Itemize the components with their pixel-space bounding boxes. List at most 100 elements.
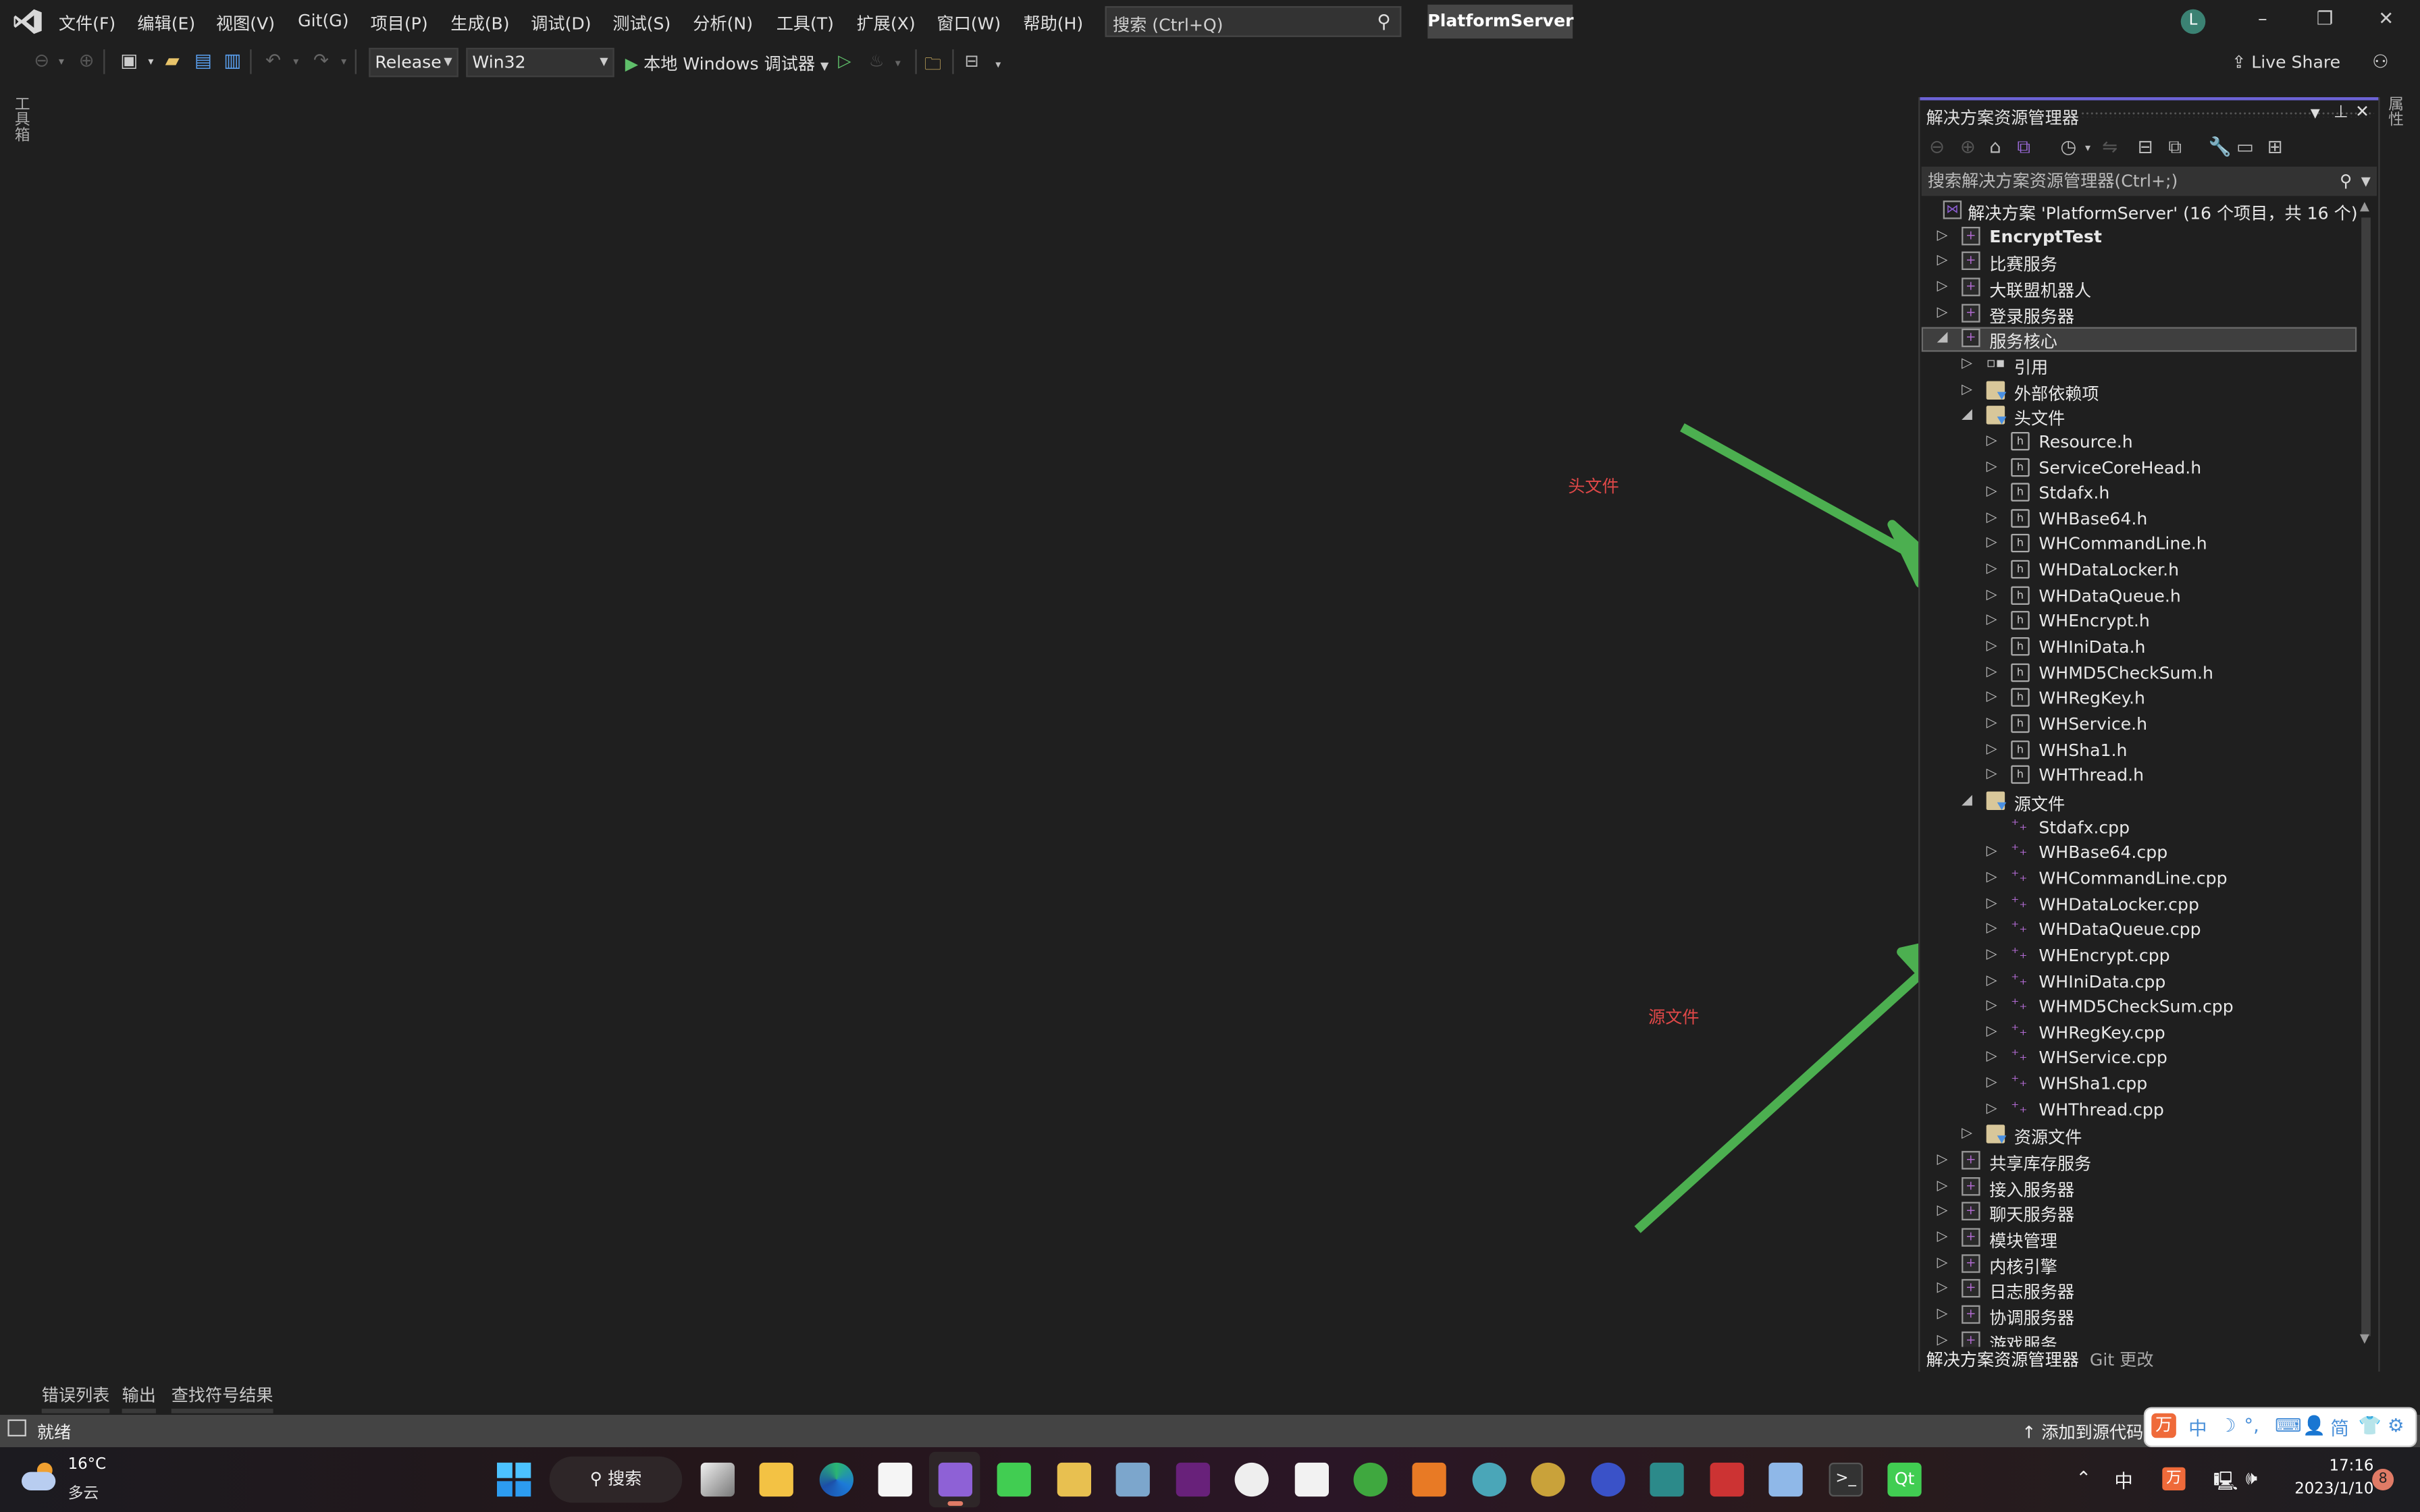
tree-item[interactable]: ▷ ⁺₊ WHSha1.cpp [1922, 1073, 2357, 1098]
tab-find-symbol-results[interactable]: 查找符号结果 [171, 1382, 273, 1413]
collapsed-arrow-icon[interactable]: ▷ [1987, 742, 1997, 757]
back-icon[interactable]: ⊖ [34, 49, 49, 71]
tree-item[interactable]: ▷ h WHRegKey.h [1922, 687, 2357, 712]
scroll-up-icon[interactable]: ▲ [2360, 199, 2369, 213]
edge-icon[interactable] [819, 1462, 853, 1497]
tree-item[interactable]: ▷ h WHIniData.h [1922, 636, 2357, 661]
expanded-arrow-icon[interactable]: ◢ [1962, 793, 1972, 809]
webcam-icon[interactable] [1591, 1462, 1625, 1497]
tree-item[interactable]: ▷ + 游戏服务 [1922, 1329, 2357, 1347]
collapsed-arrow-icon[interactable]: ▷ [1987, 921, 1997, 937]
menu-test[interactable]: 测试(S) [612, 11, 670, 36]
tree-item[interactable]: ▷ ⁺₊ WHMD5CheckSum.cpp [1922, 996, 2357, 1021]
collapsed-arrow-icon[interactable]: ▷ [1987, 844, 1997, 860]
collapsed-arrow-icon[interactable]: ▷ [1987, 562, 1997, 577]
panel-drag-handle[interactable] [2080, 111, 2374, 117]
switch-views-icon[interactable]: ⧉ [2017, 136, 2030, 159]
tree-item[interactable]: ▷ ⁺₊ WHCommandLine.cpp [1922, 867, 2357, 892]
forward-icon[interactable]: ⊕ [79, 49, 95, 71]
redo-icon[interactable]: ↷ [313, 49, 329, 71]
collapsed-arrow-icon[interactable]: ▷ [1962, 382, 1972, 398]
visual-studio-icon[interactable] [1176, 1462, 1210, 1497]
collapsed-arrow-icon[interactable]: ▷ [1937, 1230, 1948, 1245]
collapsed-arrow-icon[interactable]: ▷ [1987, 716, 1997, 732]
tree-item[interactable]: ▷ ⁺₊ WHDataLocker.cpp [1922, 892, 2357, 917]
tree-item[interactable]: ▷ ⁺₊ WHThread.cpp [1922, 1098, 2357, 1123]
upload-server-icon[interactable] [1650, 1462, 1684, 1497]
show-all-files-icon[interactable]: ⧉ [2168, 136, 2182, 159]
platform-dropdown[interactable]: Win32 ▼ [466, 47, 614, 78]
tray-ime-indicator[interactable]: 中 [2114, 1467, 2132, 1494]
sync-active-document-icon[interactable]: ⇋ [2102, 136, 2118, 157]
tree-item[interactable]: ▷ h ServiceCoreHead.h [1922, 456, 2357, 481]
menu-debug[interactable]: 调试(D) [531, 11, 591, 36]
sync-tool-icon[interactable] [1353, 1462, 1388, 1497]
tree-item[interactable]: ▷ h WHDataLocker.h [1922, 559, 2357, 584]
redo-dropdown-icon[interactable]: ▾ [341, 55, 346, 68]
collapse-all-icon[interactable]: ⊟ [2138, 136, 2153, 157]
collapsed-arrow-icon[interactable]: ▷ [1987, 485, 1997, 500]
toolbox-tab[interactable]: 工具箱 [9, 96, 31, 142]
tree-item[interactable]: ◢ 头文件 [1922, 404, 2357, 429]
collapsed-arrow-icon[interactable]: ▷ [1987, 510, 1997, 526]
chat-app-icon[interactable] [1472, 1462, 1506, 1497]
menu-tools[interactable]: 工具(T) [777, 11, 834, 36]
expanded-arrow-icon[interactable]: ◢ [1937, 331, 1948, 346]
tree-item[interactable]: ▷ 资源文件 [1922, 1124, 2357, 1148]
start-without-debugging-icon[interactable]: ▷ [838, 51, 851, 71]
keyboard-icon[interactable]: ⌨ [2275, 1415, 2302, 1436]
store-icon[interactable] [878, 1462, 912, 1497]
tree-item[interactable]: ▷ ⁺₊ WHBase64.cpp [1922, 841, 2357, 866]
menu-edit[interactable]: 编辑(E) [137, 11, 195, 36]
tab-solution-explorer[interactable]: 解决方案资源管理器 [1926, 1347, 2079, 1372]
volume-icon[interactable]: 🕪 [2246, 1467, 2257, 1490]
clock-date[interactable]: 2023/1/10 [2294, 1481, 2373, 1498]
collapsed-arrow-icon[interactable]: ▷ [1987, 1075, 1997, 1091]
scrollbar-thumb[interactable] [2361, 217, 2371, 1336]
tree-item[interactable]: ▷ h WHDataQueue.h [1922, 585, 2357, 610]
tab-error-list[interactable]: 错误列表 [41, 1382, 110, 1413]
undo-dropdown-icon[interactable]: ▾ [293, 55, 298, 68]
collapsed-arrow-icon[interactable]: ▷ [1937, 1307, 1948, 1322]
notification-badge[interactable]: 8 [2372, 1468, 2394, 1490]
tree-item[interactable]: ▷ h WHSha1.h [1922, 738, 2357, 763]
remote-desktop-icon[interactable] [1768, 1462, 1803, 1497]
tree-item[interactable]: ▷ + 聊天服务器 [1922, 1201, 2357, 1226]
collapsed-arrow-icon[interactable]: ▷ [1937, 1179, 1948, 1194]
tree-item[interactable]: ◢ + 服务核心 [1921, 327, 2357, 352]
tree-item[interactable]: ▷ + 内核引擎 [1922, 1252, 2357, 1277]
tree-item[interactable]: ⁺₊ Stdafx.cpp [1922, 815, 2357, 840]
network-diagram-icon[interactable] [1710, 1462, 1744, 1497]
user-icon[interactable]: 👤 [2303, 1415, 2325, 1436]
collapsed-arrow-icon[interactable]: ▷ [1987, 536, 1997, 551]
pin-icon[interactable]: ⊥ [2334, 102, 2348, 122]
collapsed-arrow-icon[interactable]: ▷ [1987, 1024, 1997, 1040]
moon-icon[interactable]: ☽ [2219, 1415, 2236, 1436]
hot-reload-icon[interactable]: ♨ [869, 51, 885, 71]
tree-scrollbar[interactable]: ▲ ▼ [2359, 199, 2374, 1349]
tree-item[interactable]: ▷ + 模块管理 [1922, 1226, 2357, 1251]
search-options-dropdown-icon[interactable]: ▼ [2361, 167, 2371, 196]
taskbar-search[interactable]: ⚲ 搜索 [549, 1456, 683, 1503]
start-debugging-button[interactable]: ▶ 本地 Windows 调试器 ▼ [625, 51, 829, 76]
new-project-icon[interactable]: ▣ [120, 49, 138, 71]
key-tool-icon[interactable] [1531, 1462, 1565, 1497]
collapsed-arrow-icon[interactable]: ▷ [1987, 1101, 1997, 1116]
snipping-tool-icon[interactable] [1294, 1462, 1329, 1497]
qt-icon[interactable]: Qt [1887, 1462, 1922, 1497]
undo-icon[interactable]: ↶ [265, 49, 281, 71]
collapsed-arrow-icon[interactable]: ▷ [1987, 896, 1997, 911]
collapsed-arrow-icon[interactable]: ▷ [1937, 1256, 1948, 1271]
pending-changes-filter-icon[interactable]: ◷ [2060, 136, 2076, 157]
tree-item[interactable]: ▷ + 大联盟机器人 [1922, 276, 2357, 301]
visual-studio-2022-icon[interactable] [938, 1462, 972, 1497]
db-tool-icon[interactable] [1057, 1462, 1091, 1497]
file-explorer-icon[interactable] [759, 1462, 793, 1497]
gear-icon[interactable]: ⚙ [2388, 1415, 2404, 1436]
preview-selected-icon[interactable]: ▭ [2236, 136, 2254, 157]
toolbar-overflow-icon[interactable]: ▾ [995, 59, 1001, 71]
collapsed-arrow-icon[interactable]: ▷ [1987, 1050, 1997, 1065]
menu-view[interactable]: 视图(V) [216, 11, 275, 36]
collapsed-arrow-icon[interactable]: ▷ [1987, 639, 1997, 654]
ime-logo-icon[interactable]: 万 [2151, 1413, 2176, 1438]
